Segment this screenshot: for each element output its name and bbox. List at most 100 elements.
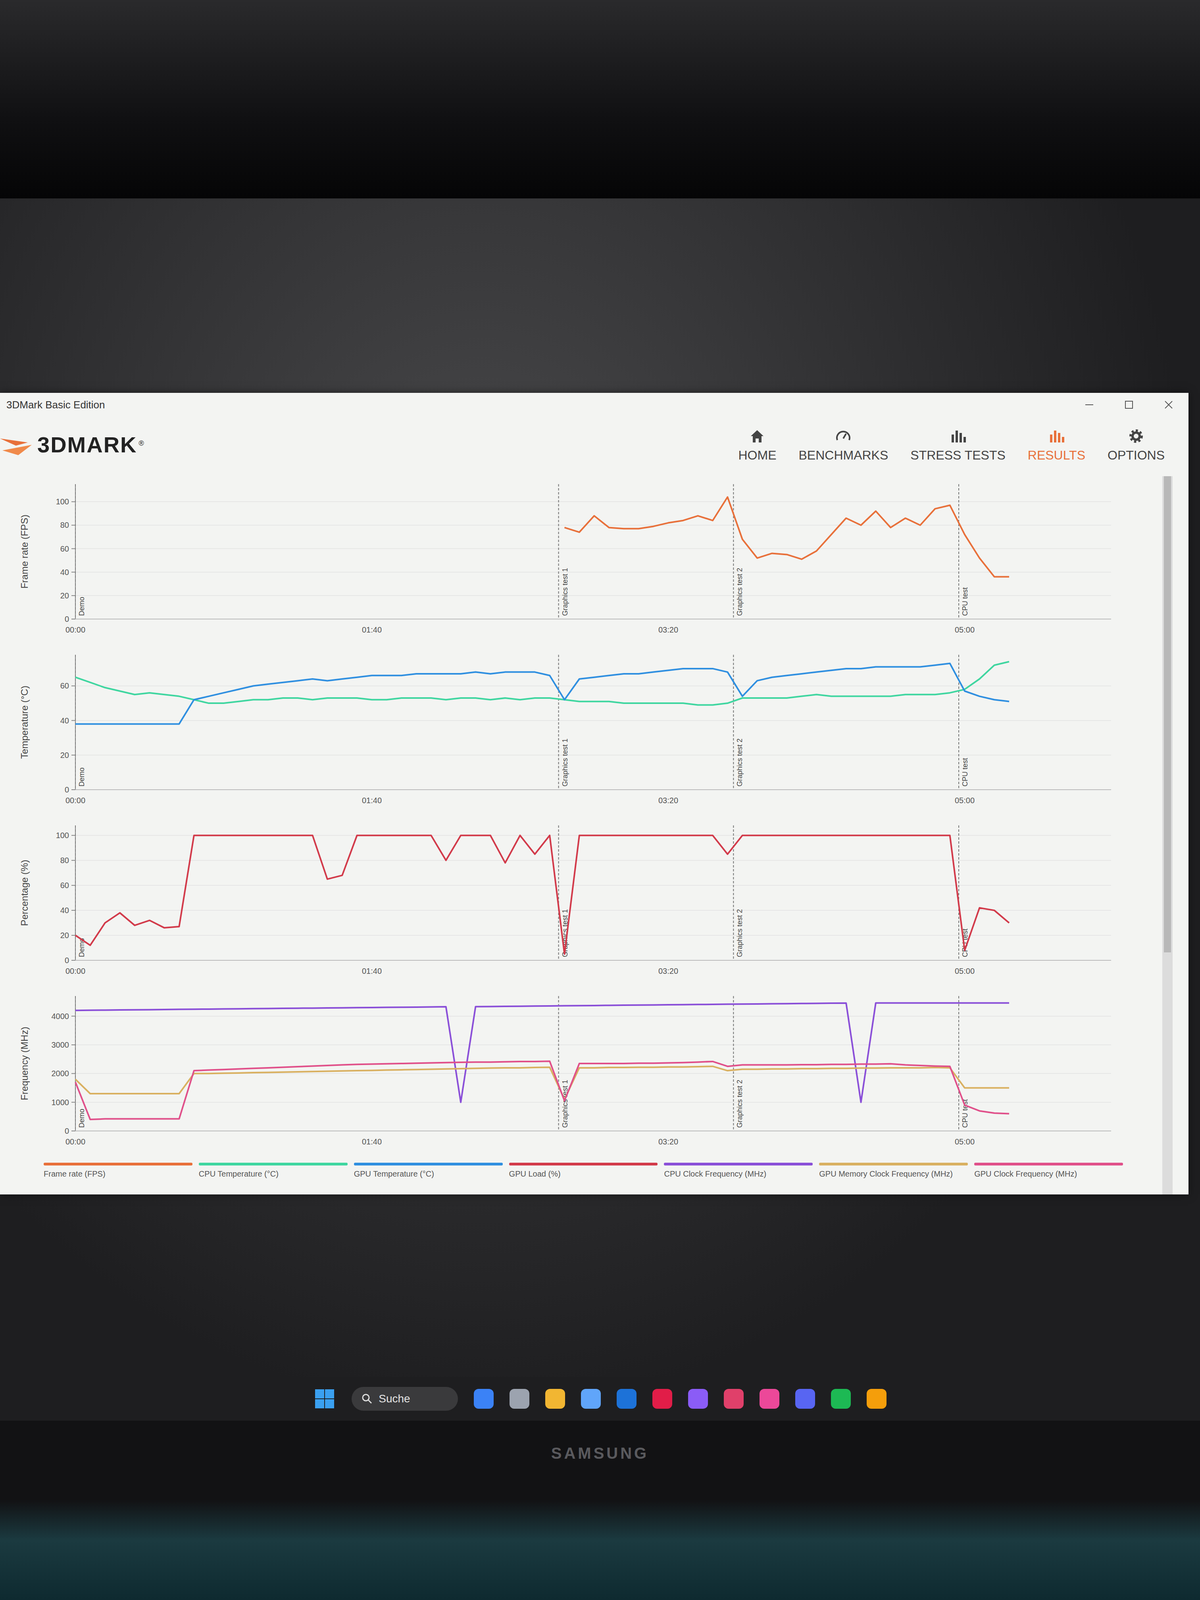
y-tick: 80	[60, 855, 70, 865]
taskbar-app-icon[interactable]	[759, 1388, 780, 1409]
taskbar-app-icon[interactable]	[473, 1388, 494, 1409]
legend-item[interactable]: GPU Clock Frequency (MHz)	[974, 1162, 1124, 1179]
legend-swatch	[974, 1162, 1124, 1166]
taskbar-app-icon[interactable]	[795, 1388, 816, 1409]
windows-start-icon[interactable]	[313, 1387, 336, 1410]
legend-item[interactable]: GPU Memory Clock Frequency (MHz)	[819, 1162, 968, 1179]
marker-label: CPU test	[961, 1099, 970, 1128]
legend-swatch	[353, 1162, 503, 1166]
taskbar-app-icon[interactable]	[580, 1388, 601, 1409]
series-line	[564, 497, 1010, 577]
tick-mark	[71, 595, 76, 597]
nav-item[interactable]: STRESS TESTS	[910, 426, 1006, 463]
legend-item[interactable]: Frame rate (FPS)	[43, 1162, 193, 1179]
taskbar-app-icon[interactable]	[830, 1388, 851, 1409]
series-line	[75, 663, 1010, 725]
grid-line	[75, 1101, 1112, 1103]
x-axis	[75, 789, 1112, 791]
scrollbar[interactable]	[1162, 476, 1173, 1195]
nav-label: STRESS TESTS	[910, 448, 1006, 463]
grid-line	[75, 789, 1112, 791]
marker-label: CPU test	[961, 587, 970, 616]
y-tick: 20	[60, 750, 70, 760]
y-tick: 20	[60, 930, 70, 940]
axis-label: Frame rate (FPS)	[19, 514, 30, 589]
grid-line	[75, 909, 1112, 911]
legend-label: CPU Temperature (°C)	[198, 1169, 348, 1179]
y-tick: 40	[60, 905, 70, 915]
results-bars-icon	[1046, 426, 1066, 446]
legend-item[interactable]: GPU Load (%)	[509, 1162, 658, 1179]
legend-label: GPU Clock Frequency (MHz)	[974, 1169, 1124, 1179]
test-marker	[732, 484, 734, 620]
tick-mark	[71, 859, 76, 861]
legend-swatch	[663, 1162, 813, 1166]
monitor-brand: SAMSUNG	[551, 1444, 649, 1463]
axis-label: Percentage (%)	[19, 859, 30, 927]
tick-mark	[71, 909, 76, 911]
taskbar-app-icon[interactable]	[545, 1388, 566, 1409]
window-title: 3DMark Basic Edition	[6, 398, 106, 412]
marker-label: Graphics test 2	[735, 567, 744, 616]
chart: Frame rate (FPS)02040608010000:0001:4003…	[7, 476, 1120, 647]
app-window: 3DMark Basic Edition 3DMARK ® HOME BENCH…	[0, 392, 1189, 1195]
marker-label: Demo	[77, 767, 86, 787]
marker-label: Graphics test 2	[735, 738, 744, 787]
nav-item[interactable]: RESULTS	[1027, 426, 1086, 463]
marker-label: Graphics test 1	[561, 567, 570, 616]
marker-label: Graphics test 2	[735, 909, 744, 958]
stress-bars-icon	[948, 426, 968, 446]
x-tick: 03:20	[658, 796, 679, 805]
photo: 3DMark Basic Edition 3DMARK ® HOME BENCH…	[0, 0, 1200, 1600]
series-line	[75, 1061, 1010, 1120]
taskbar-app-icon[interactable]	[616, 1388, 637, 1409]
grid-line	[75, 1130, 1112, 1132]
maximize-icon[interactable]	[1121, 396, 1137, 413]
y-tick: 0	[64, 785, 70, 795]
taskbar-app-icon[interactable]	[723, 1388, 744, 1409]
logo-text: 3DMARK	[37, 431, 138, 458]
y-tick: 60	[60, 880, 70, 890]
test-marker	[75, 654, 76, 790]
legend-item[interactable]: GPU Temperature (°C)	[353, 1162, 503, 1179]
scrollbar-thumb[interactable]	[1163, 476, 1172, 953]
main-nav: HOME BENCHMARKS STRESS TESTS RESULTS OPT…	[738, 426, 1165, 463]
taskbar-app-icon[interactable]	[688, 1388, 708, 1409]
nav-item[interactable]: HOME	[738, 426, 777, 463]
legend-label: CPU Clock Frequency (MHz)	[663, 1169, 813, 1179]
legend-item[interactable]: CPU Clock Frequency (MHz)	[663, 1162, 813, 1179]
nav-item[interactable]: OPTIONS	[1107, 426, 1165, 463]
y-tick: 0	[64, 955, 70, 965]
nav-label: RESULTS	[1027, 448, 1086, 463]
x-tick: 01:40	[361, 966, 382, 976]
marker-label: CPU test	[961, 757, 970, 787]
grid-line	[75, 720, 1112, 722]
x-tick: 05:00	[954, 796, 975, 805]
marker-label: Graphics test 1	[561, 1079, 570, 1128]
test-marker	[75, 996, 76, 1131]
grid-line	[75, 959, 1112, 961]
nav-item[interactable]: BENCHMARKS	[798, 426, 889, 463]
taskbar-app-icon[interactable]	[866, 1388, 887, 1409]
test-marker	[958, 654, 960, 790]
tick-mark	[71, 834, 76, 836]
minimize-icon[interactable]	[1081, 396, 1098, 413]
close-icon[interactable]	[1160, 396, 1177, 413]
nav-label: OPTIONS	[1107, 448, 1165, 463]
test-marker	[558, 996, 560, 1131]
search-box[interactable]: Suche	[351, 1386, 458, 1411]
tick-mark	[71, 618, 76, 620]
taskbar-app-icon[interactable]	[509, 1388, 530, 1409]
y-tick: 20	[60, 591, 70, 600]
taskbar-app-icon[interactable]	[652, 1388, 673, 1409]
chart: Percentage (%)02040608010000:0001:4003:2…	[7, 817, 1120, 989]
legend-item[interactable]: CPU Temperature (°C)	[198, 1162, 348, 1179]
grid-line	[75, 618, 1112, 620]
legend-label: GPU Memory Clock Frequency (MHz)	[819, 1169, 968, 1179]
logo[interactable]: 3DMARK ®	[0, 430, 145, 459]
desk-background	[0, 1500, 1200, 1600]
series-line	[75, 835, 1010, 954]
series-line	[75, 1066, 1010, 1100]
test-marker	[75, 484, 76, 620]
legend-label: Frame rate (FPS)	[43, 1169, 193, 1179]
